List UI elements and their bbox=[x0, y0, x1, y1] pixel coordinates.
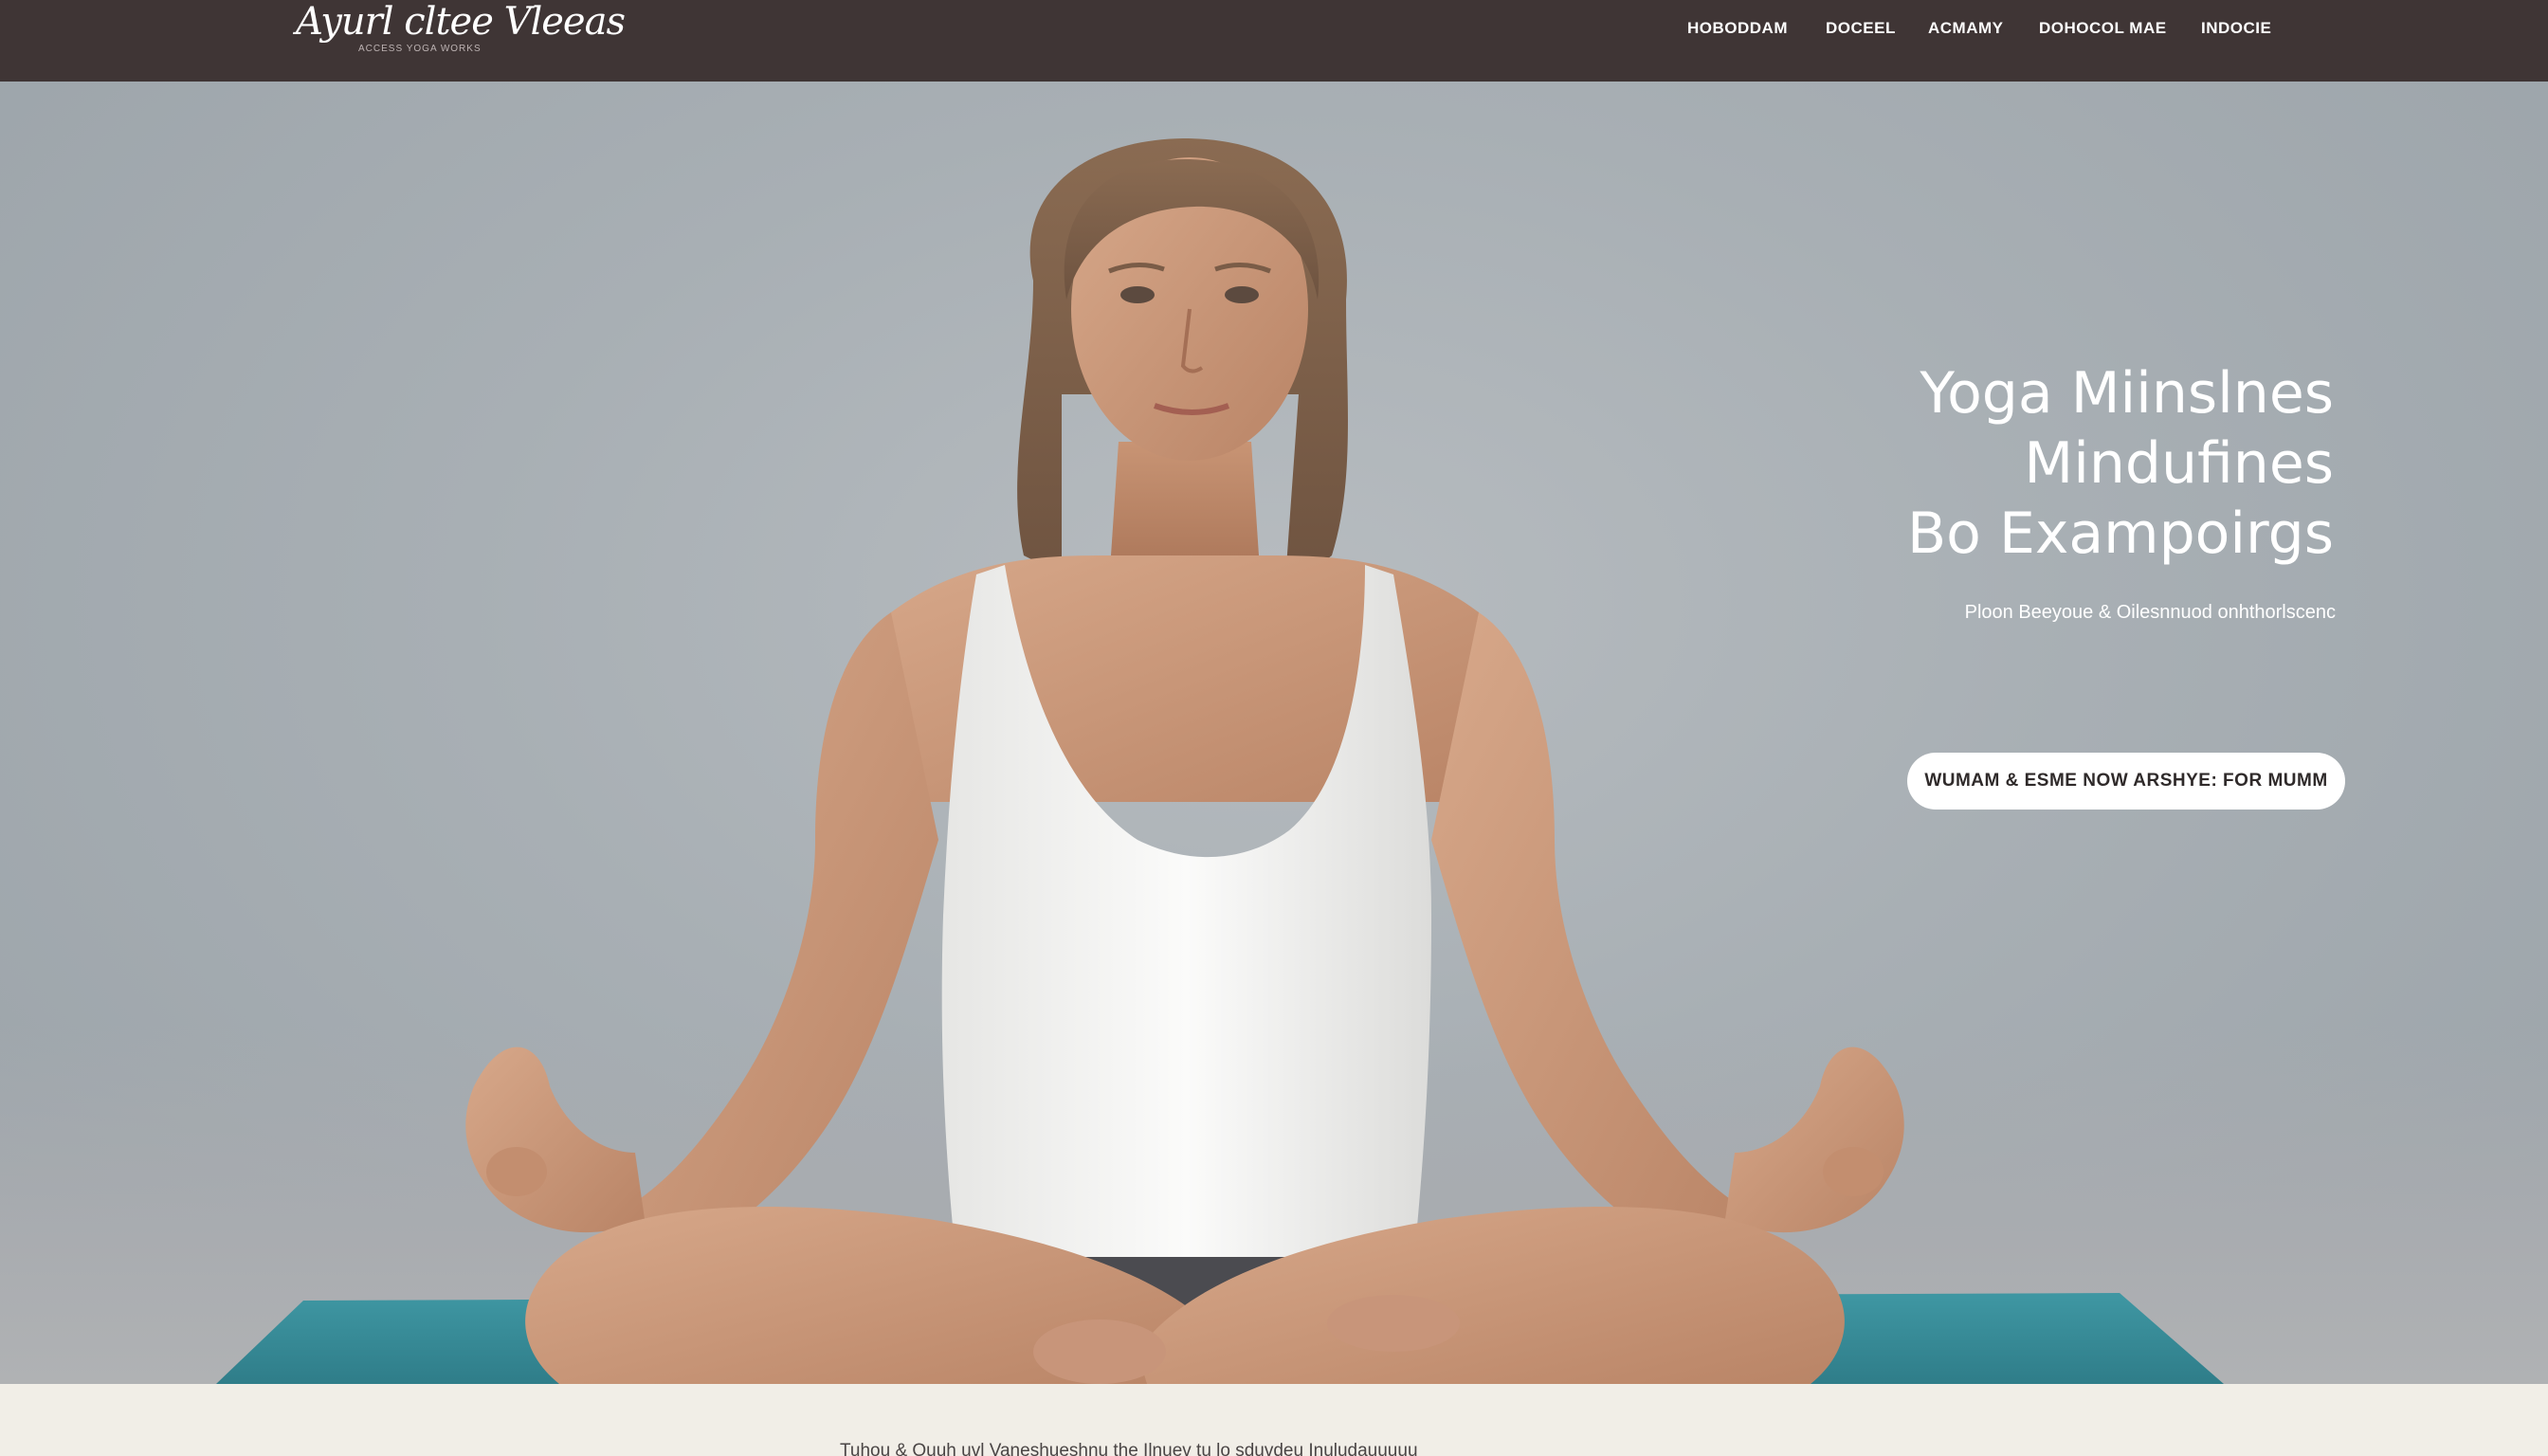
top-navigation-bar: Ayurl cltee Vleeas ACCESS YOGA WORKS HOB… bbox=[0, 0, 2548, 82]
hero-title-line-2: Mindufines bbox=[2024, 430, 2334, 497]
site-logo[interactable]: Ayurl cltee Vleeas ACCESS YOGA WORKS bbox=[296, 0, 626, 66]
nav-item-2[interactable]: DOCEEL bbox=[1826, 19, 1896, 38]
hero-subtitle: Ploon Beeyoue & Oilesnnuod onhthorlscenc bbox=[1964, 602, 2336, 623]
content-intro-strip: Tuhou & Ouuh uvl Vaneshueshnu the Ilnuev… bbox=[0, 1384, 2548, 1456]
meditating-woman-photo bbox=[216, 138, 2224, 1384]
logo-script-text: Ayurl cltee Vleeas bbox=[296, 0, 626, 44]
hero-title-line-1: Yoga Miinslnes bbox=[1920, 360, 2334, 427]
hero-section: Yoga Miinslnes Mindufines Bo Exampoirgs bbox=[0, 82, 2548, 1384]
nav-item-3[interactable]: ACMAMY bbox=[1928, 19, 2004, 38]
nav-item-1[interactable]: HOBODDAM bbox=[1687, 19, 1788, 38]
hero-cta-button[interactable]: WUMAM & ESME NOW ARSHYE: FOR MUMM bbox=[1907, 753, 2345, 810]
nav-item-4[interactable]: DOHOCOL MAE bbox=[2039, 19, 2167, 38]
nav-item-5[interactable]: INDOCIE bbox=[2201, 19, 2271, 38]
logo-tagline: ACCESS YOGA WORKS bbox=[358, 44, 482, 54]
hero-headline: Yoga Miinslnes Mindufines Bo Exampoirgs bbox=[1907, 358, 2334, 569]
intro-text: Tuhou & Ouuh uvl Vaneshueshnu the Ilnuev… bbox=[840, 1441, 1418, 1456]
hero-title-line-3: Bo Exampoirgs bbox=[1907, 500, 2334, 567]
